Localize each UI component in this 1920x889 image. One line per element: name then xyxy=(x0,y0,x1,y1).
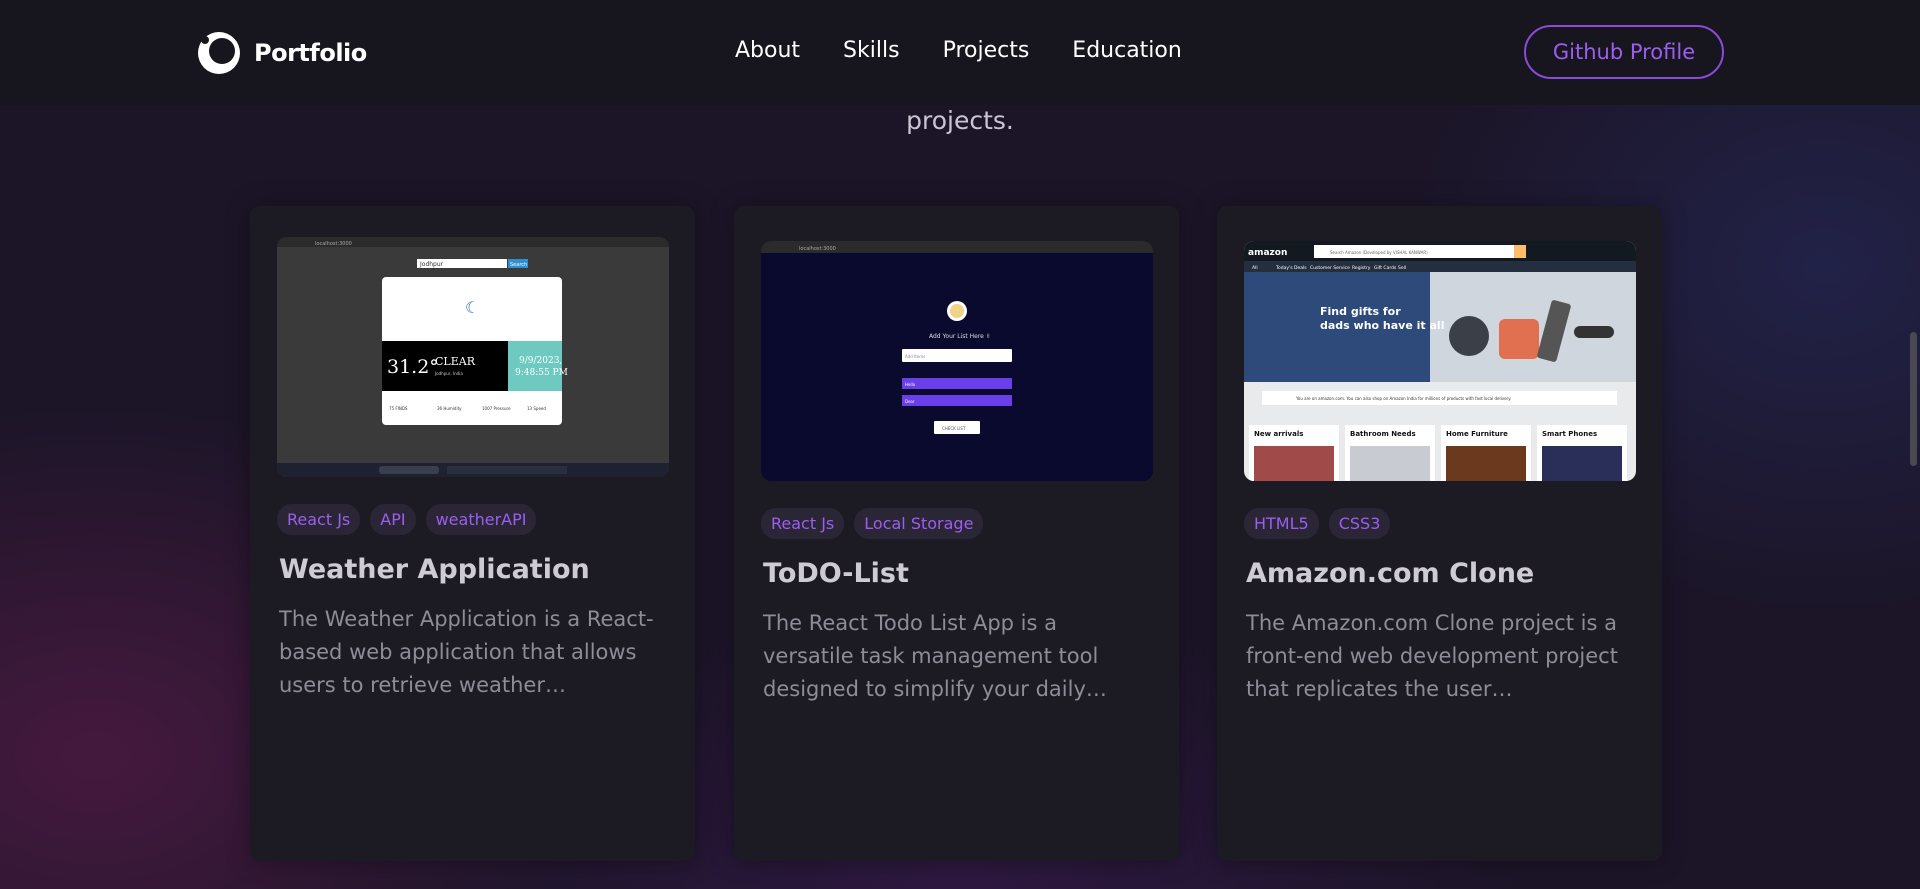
svg-text:9:48:55 PM: 9:48:55 PM xyxy=(515,368,568,378)
section-subtitle: projects. xyxy=(906,106,1014,135)
svg-text:CHECK LIST: CHECK LIST xyxy=(942,426,966,431)
svg-text:Registry: Registry xyxy=(1352,265,1371,271)
svg-text:dads who have it all: dads who have it all xyxy=(1320,319,1444,332)
svg-text:Add Your List Here ✌: Add Your List Here ✌ xyxy=(929,333,991,340)
tag-list: HTML5 CSS3 xyxy=(1244,508,1391,539)
logo[interactable]: Portfolio xyxy=(196,30,367,76)
svg-text:amazon: amazon xyxy=(1248,248,1287,258)
project-title: Amazon.com Clone xyxy=(1246,558,1535,589)
todo-app-preview: localhost:3000 Add Your List Here ✌ Add … xyxy=(761,241,1153,434)
amazon-clone-preview: amazon Search Amazon (Developed by VISHA… xyxy=(1244,241,1636,481)
svg-text:All: All xyxy=(1252,265,1258,271)
project-description: The React Todo List App is a versatile t… xyxy=(763,611,1107,701)
project-title: ToDO-List xyxy=(763,558,909,589)
svg-text:CLEAR: CLEAR xyxy=(435,355,476,368)
svg-text:9/9/2023,: 9/9/2023, xyxy=(519,356,562,366)
svg-text:Home Furniture: Home Furniture xyxy=(1446,430,1508,438)
tag: React Js xyxy=(761,508,845,539)
project-title: Weather Application xyxy=(279,554,590,585)
svg-text:Jodhpur, India: Jodhpur, India xyxy=(434,371,463,376)
project-description: The Weather Application is a React-based… xyxy=(279,607,654,697)
nav-link-projects[interactable]: Projects xyxy=(943,38,1030,63)
project-screenshot[interactable]: localhost:3000 Jodhpur Search ☾ 31.2° CL… xyxy=(277,237,669,477)
svg-text:75 FINDS: 75 FINDS xyxy=(389,406,408,411)
svg-text:Bathroom Needs: Bathroom Needs xyxy=(1350,430,1416,438)
svg-text:Gift Cards: Gift Cards xyxy=(1374,265,1397,271)
svg-text:31.2°: 31.2° xyxy=(387,356,439,378)
svg-text:36 Humidity: 36 Humidity xyxy=(437,406,462,411)
tag: CSS3 xyxy=(1328,508,1391,539)
project-card-todo[interactable]: localhost:3000 Add Your List Here ✌ Add … xyxy=(734,206,1179,861)
tag-list: React Js API weatherAPI xyxy=(277,504,537,535)
svg-text:Dear: Dear xyxy=(905,399,915,404)
tag: HTML5 xyxy=(1244,508,1319,539)
svg-text:Today's Deals: Today's Deals xyxy=(1275,265,1307,271)
svg-text:Smart Phones: Smart Phones xyxy=(1542,430,1597,438)
nav-link-skills[interactable]: Skills xyxy=(843,38,900,63)
svg-text:Find gifts for: Find gifts for xyxy=(1320,305,1401,318)
nav-link-education[interactable]: Education xyxy=(1072,38,1182,63)
nav-link-about[interactable]: About xyxy=(735,38,800,63)
tag-list: React Js Local Storage xyxy=(761,508,984,539)
svg-text:☾: ☾ xyxy=(465,298,479,317)
logo-icon xyxy=(198,32,240,74)
scrollbar-thumb[interactable] xyxy=(1910,332,1917,466)
svg-text:You are on amazon.com. You can: You are on amazon.com. You can also shop… xyxy=(1295,396,1511,401)
project-screenshot[interactable]: localhost:3000 Add Your List Here ✌ Add … xyxy=(761,241,1153,481)
svg-text:Jodhpur: Jodhpur xyxy=(419,261,444,268)
tag: React Js xyxy=(277,504,361,535)
navbar: Portfolio About Skills Projects Educatio… xyxy=(0,0,1920,105)
svg-text:1007 Pressure: 1007 Pressure xyxy=(482,406,511,411)
github-profile-button[interactable]: Github Profile xyxy=(1524,25,1724,79)
tag: weatherAPI xyxy=(425,504,537,535)
svg-text:Add Items: Add Items xyxy=(905,354,925,359)
svg-text:localhost:3000: localhost:3000 xyxy=(799,246,836,252)
svg-text:Customer Service: Customer Service xyxy=(1310,265,1350,271)
project-description: The Amazon.com Clone project is a front-… xyxy=(1246,611,1618,701)
tag: Local Storage xyxy=(854,508,984,539)
svg-text:Hello: Hello xyxy=(905,382,916,387)
page-scrollbar[interactable] xyxy=(1906,0,1920,889)
nav-links: About Skills Projects Education xyxy=(735,38,1182,63)
svg-text:Search: Search xyxy=(510,262,527,268)
svg-text:localhost:3000: localhost:3000 xyxy=(315,241,352,247)
project-card-amazon[interactable]: amazon Search Amazon (Developed by VISHA… xyxy=(1217,206,1662,861)
svg-text:Sell: Sell xyxy=(1398,265,1406,271)
weather-app-preview: localhost:3000 Jodhpur Search ☾ 31.2° CL… xyxy=(277,237,669,477)
svg-text:Search Amazon (Developed by VI: Search Amazon (Developed by VISHAL KANWA… xyxy=(1330,250,1428,255)
svg-text:New arrivals: New arrivals xyxy=(1254,430,1303,438)
logo-text: Portfolio xyxy=(254,39,367,67)
project-screenshot[interactable]: amazon Search Amazon (Developed by VISHA… xyxy=(1244,241,1636,481)
project-card-weather[interactable]: localhost:3000 Jodhpur Search ☾ 31.2° CL… xyxy=(250,206,695,861)
svg-text:13 Speed: 13 Speed xyxy=(527,406,546,411)
tag: API xyxy=(370,504,416,535)
